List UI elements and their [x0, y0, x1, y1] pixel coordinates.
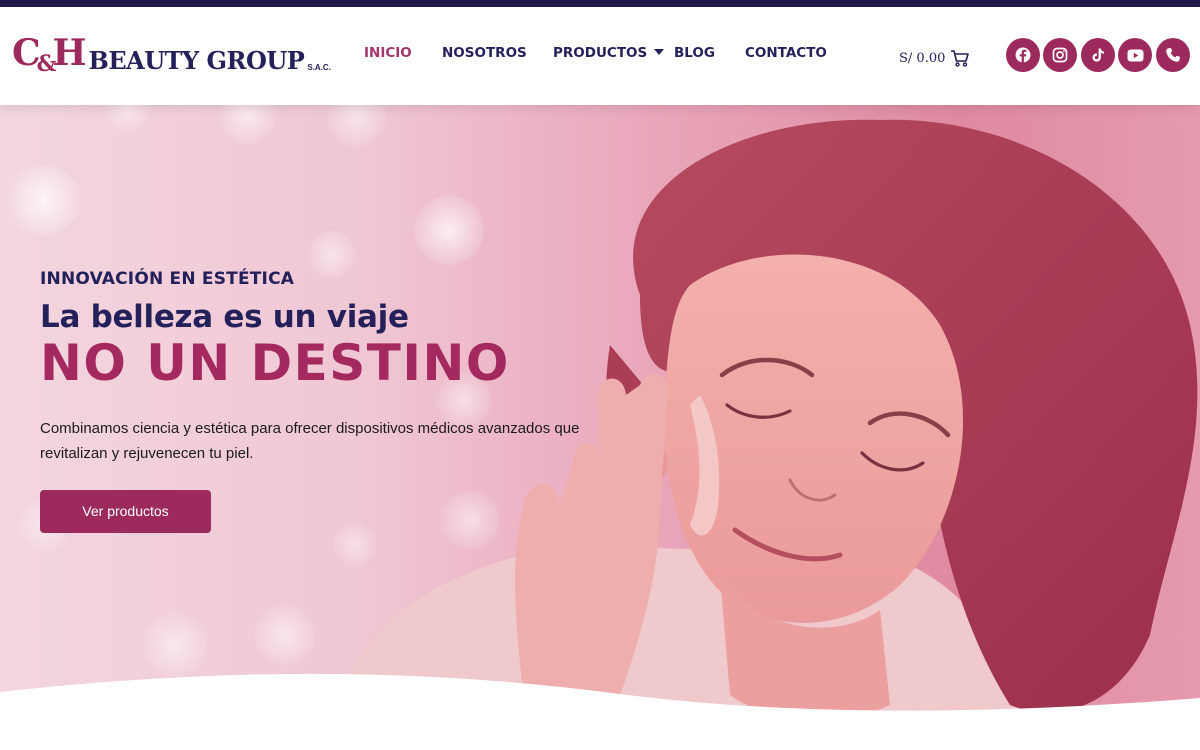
youtube-icon	[1127, 49, 1143, 61]
facebook-icon	[1015, 47, 1031, 63]
top-accent-bar	[0, 0, 1200, 7]
view-products-button[interactable]: Ver productos	[40, 489, 211, 533]
tiktok-button[interactable]	[1081, 38, 1115, 72]
cart-icon	[951, 50, 970, 67]
hero-headline: La belleza es un viaje	[40, 299, 409, 335]
phone-icon	[1166, 48, 1180, 62]
hero-headline-accent: NO UN DESTINO	[40, 334, 510, 392]
nav-item-productos-label: PRODUCTOS	[553, 45, 648, 61]
cart-amount: S/ 0.00	[899, 50, 946, 66]
hero-description: Combinamos ciencia y estética para ofrec…	[40, 419, 580, 462]
nav-item-productos[interactable]: PRODUCTOS	[553, 45, 665, 61]
youtube-button[interactable]	[1118, 38, 1152, 72]
cart-button[interactable]: S/ 0.00	[899, 49, 970, 67]
nav-item-blog[interactable]: BLOG	[674, 45, 715, 61]
brand-logo[interactable]: C&H BEAUTY GROUP S.A.C.	[12, 33, 331, 75]
instagram-button[interactable]	[1043, 38, 1077, 72]
hero-eyebrow: INNOVACIÓN EN ESTÉTICA	[40, 269, 295, 289]
hero-bottom-wave	[0, 673, 1200, 750]
logo-suffix: S.A.C.	[307, 63, 331, 72]
nav-item-contacto[interactable]: CONTACTO	[745, 45, 827, 61]
logo-text: BEAUTY GROUP	[88, 46, 305, 75]
hero-content: INNOVACIÓN EN ESTÉTICA La belleza es un …	[40, 269, 600, 533]
instagram-icon	[1052, 47, 1068, 63]
nav-item-nosotros[interactable]: NOSOTROS	[442, 45, 527, 61]
hero-banner: INNOVACIÓN EN ESTÉTICA La belleza es un …	[0, 105, 1200, 750]
chevron-down-icon	[654, 49, 665, 55]
facebook-button[interactable]	[1006, 38, 1040, 72]
site-header: C&H BEAUTY GROUP S.A.C. INICIO NOSOTROS …	[0, 7, 1200, 105]
phone-button[interactable]	[1156, 38, 1190, 72]
logo-mark: C&H	[12, 32, 87, 77]
nav-item-inicio[interactable]: INICIO	[364, 45, 412, 61]
tiktok-icon	[1092, 48, 1104, 62]
